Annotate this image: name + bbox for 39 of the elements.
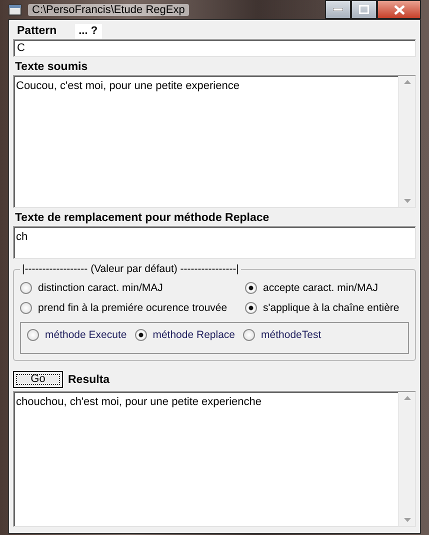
scrollbar[interactable] [398, 76, 415, 207]
replacement-label: Texte de remplacement pour méthode Replace [14, 211, 270, 226]
help-link[interactable]: ... ? [74, 24, 102, 38]
option-label[interactable]: distinction caract. min/MAJ [38, 282, 163, 294]
pattern-label: Pattern [17, 24, 57, 39]
subject-label: Texte soumis [14, 60, 89, 75]
radio-button[interactable] [20, 282, 32, 294]
scrollbar[interactable] [398, 392, 415, 526]
scroll-up-icon[interactable] [404, 80, 410, 84]
replacement-field[interactable]: ch [13, 226, 416, 259]
scroll-down-icon[interactable] [404, 518, 410, 522]
close-button[interactable] [377, 0, 421, 19]
option-label[interactable]: s'applique à la chaîne entière [263, 302, 400, 314]
option-label[interactable]: méthode Replace [152, 329, 236, 341]
radio-button[interactable] [20, 302, 32, 314]
result-text-area[interactable]: chouchou, ch'est moi, pour une petite experienche [13, 391, 416, 527]
radio-button[interactable] [27, 329, 39, 341]
radio-button[interactable] [243, 329, 256, 341]
group-legend: |------------------ (Valeur par défaut) ----------------| [20, 263, 241, 275]
subject-text-area[interactable]: Coucou, c'est moi, pour une petite experience [13, 75, 416, 208]
close-icon [394, 4, 404, 14]
option-label[interactable]: prend fin à la premiére ocurence trouvée [38, 302, 228, 314]
radio-button[interactable] [134, 329, 147, 341]
result-label: Resulta [68, 372, 110, 388]
go-button[interactable]: Go [13, 371, 63, 388]
option-label[interactable]: accepte caract. min/MAJ [263, 282, 378, 294]
window-title: C:\PersoFrancis\Etude RegExp [28, 4, 189, 16]
maximize-button[interactable] [351, 0, 377, 19]
minimize-icon [333, 8, 343, 11]
option-label[interactable]: méthode Execute [45, 329, 127, 341]
scroll-up-icon[interactable] [404, 396, 410, 400]
minimize-button[interactable] [325, 0, 351, 19]
radio-button[interactable] [245, 282, 257, 294]
radio-button[interactable] [245, 302, 257, 314]
maximize-icon [359, 5, 369, 14]
pattern-field[interactable]: C [13, 39, 416, 57]
app-icon [8, 4, 22, 16]
option-label[interactable]: méthodeTest [261, 329, 322, 341]
scroll-down-icon[interactable] [404, 199, 410, 203]
